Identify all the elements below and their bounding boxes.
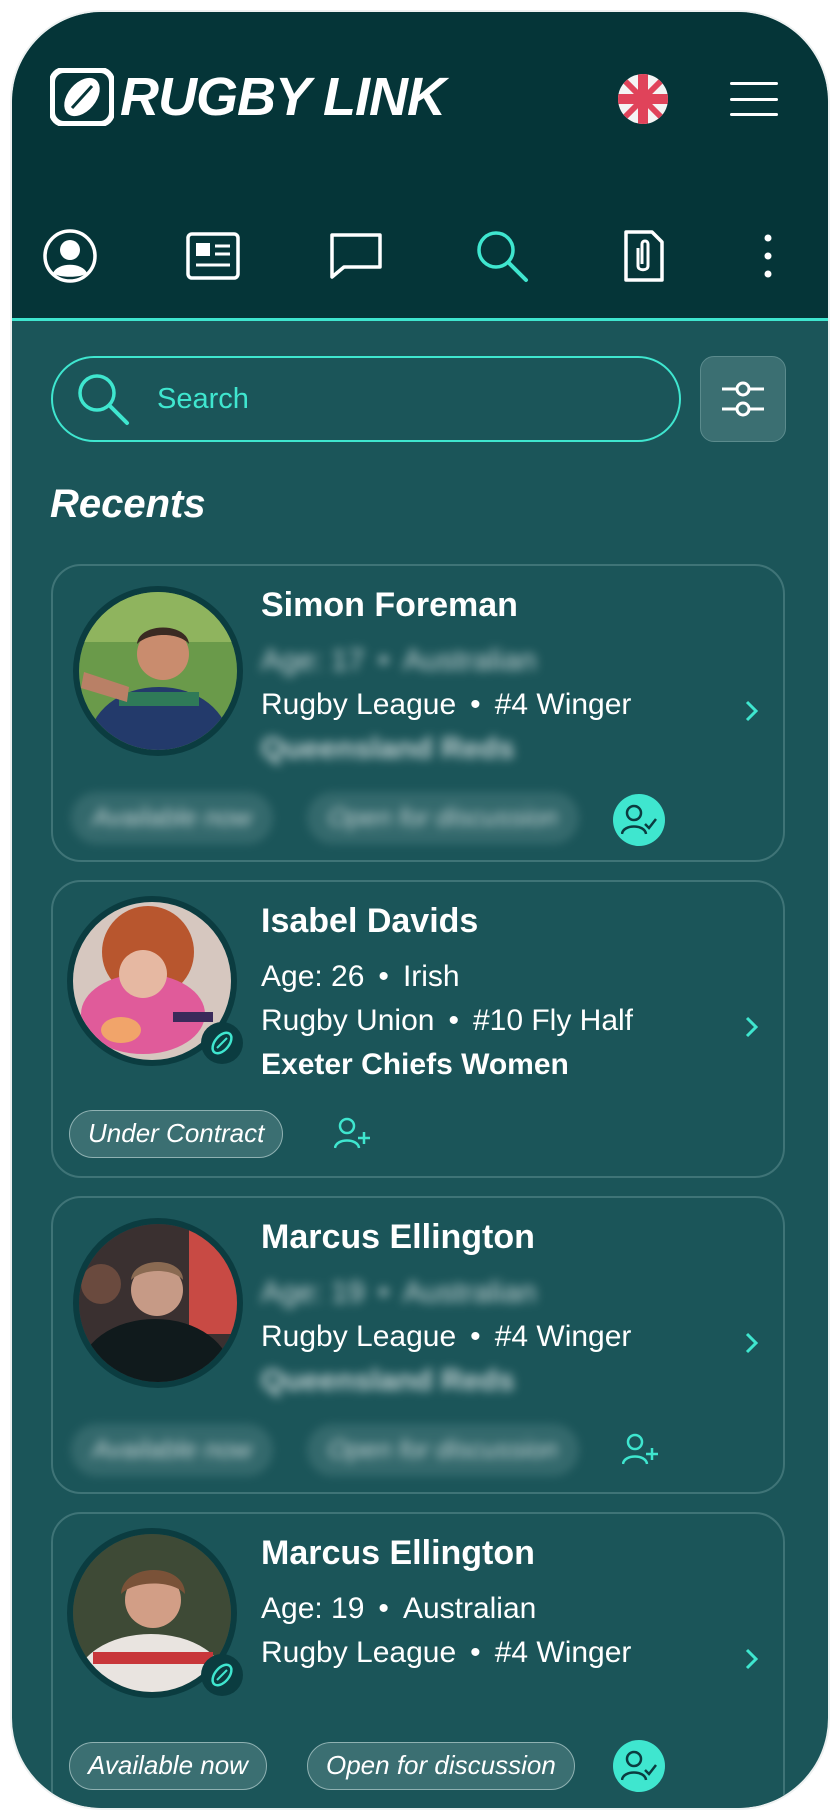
user-plus-icon: [334, 1117, 370, 1149]
avatar: [73, 1218, 243, 1388]
sliders-icon: [722, 381, 764, 417]
player-bio: Age: 19 • Australian: [261, 1592, 537, 1625]
news-icon: [186, 232, 240, 280]
status-tag: Open for discussion: [307, 1742, 575, 1790]
user-plus-icon: [622, 1433, 658, 1465]
chevron-right-icon[interactable]: [741, 1012, 763, 1042]
player-bio: Age: 26 • Irish: [261, 960, 460, 993]
app-name: RUGBY LINK: [120, 67, 446, 127]
player-card[interactable]: Isabel Davids Age: 26 • Irish Rugby Union •…: [51, 880, 785, 1178]
header-divider: [12, 318, 828, 321]
player-name: Isabel Davids: [261, 902, 479, 940]
header: RUGBY LINK: [12, 12, 828, 318]
tab-messages[interactable]: [326, 226, 386, 286]
chevron-right-icon[interactable]: [741, 1328, 763, 1358]
documents-icon: [624, 230, 664, 282]
player-position: Rugby Union • #10 Fly Half: [261, 1004, 634, 1037]
more-icon: [764, 234, 772, 278]
messages-icon: [330, 233, 382, 279]
chevron-right-icon[interactable]: [741, 1644, 763, 1674]
profile-icon: [43, 229, 97, 283]
search-input[interactable]: [157, 382, 597, 416]
player-position: Rugby League • #4 Winger: [261, 688, 632, 721]
rugby-ball-badge-icon: [201, 1022, 243, 1064]
player-team: Exeter Chiefs Women: [261, 1048, 569, 1081]
tab-profile[interactable]: [40, 226, 100, 286]
user-check-icon: [621, 1750, 657, 1781]
status-tag: Available now: [73, 794, 271, 842]
player-position: Rugby League • #4 Winger: [261, 1320, 632, 1353]
hamburger-menu-icon[interactable]: [730, 82, 778, 116]
tab-documents[interactable]: [614, 226, 674, 286]
tab-more[interactable]: [753, 226, 783, 286]
uk-flag-icon[interactable]: [618, 74, 668, 124]
search-bar[interactable]: [51, 356, 681, 442]
follow-button[interactable]: [615, 1424, 667, 1476]
chevron-right-icon[interactable]: [741, 696, 763, 726]
player-bio: Age: 17 • Australian: [261, 644, 537, 677]
player-name: Marcus Ellington: [261, 1218, 535, 1256]
player-card[interactable]: Simon Foreman Age: 17 • Australian Rugby L…: [51, 564, 785, 862]
tab-bar: [12, 226, 828, 286]
player-card[interactable]: Marcus Ellington Age: 19 • Australian Rugb…: [51, 1512, 785, 1808]
follow-button[interactable]: [327, 1108, 379, 1160]
player-team: Queensland Reds: [261, 1364, 515, 1397]
app-screen: RUGBY LINK Search Recents Simon Foreman …: [12, 12, 828, 1808]
following-button[interactable]: [613, 794, 665, 846]
player-position: Rugby League • #4 Winger: [261, 1636, 632, 1669]
filter-button[interactable]: [700, 356, 786, 442]
following-button[interactable]: [613, 1740, 665, 1792]
player-name: Simon Foreman: [261, 586, 518, 624]
app-logo[interactable]: RUGBY LINK: [50, 67, 446, 127]
status-tag: Open for discussion: [309, 1426, 577, 1474]
rugby-ball-badge-icon: [201, 1654, 243, 1696]
avatar: [73, 586, 243, 756]
rugby-ball-logo-icon: [50, 68, 114, 126]
search-icon: [477, 231, 528, 282]
section-title: Recents: [50, 482, 206, 526]
tab-search[interactable]: [472, 226, 532, 286]
user-check-icon: [621, 804, 657, 835]
tab-news[interactable]: [183, 226, 243, 286]
status-tag: Available now: [69, 1742, 267, 1790]
player-bio: Age: 19 • Australian: [261, 1276, 537, 1309]
player-card[interactable]: Marcus Ellington Age: 19 • Australian Rugb…: [51, 1196, 785, 1494]
status-tag: Under Contract: [69, 1110, 284, 1158]
player-team: Queensland Reds: [261, 732, 515, 765]
status-tag: Open for discussion: [309, 794, 577, 842]
status-tag: Available now: [73, 1426, 271, 1474]
search-icon: [78, 374, 129, 425]
player-name: Marcus Ellington: [261, 1534, 535, 1572]
